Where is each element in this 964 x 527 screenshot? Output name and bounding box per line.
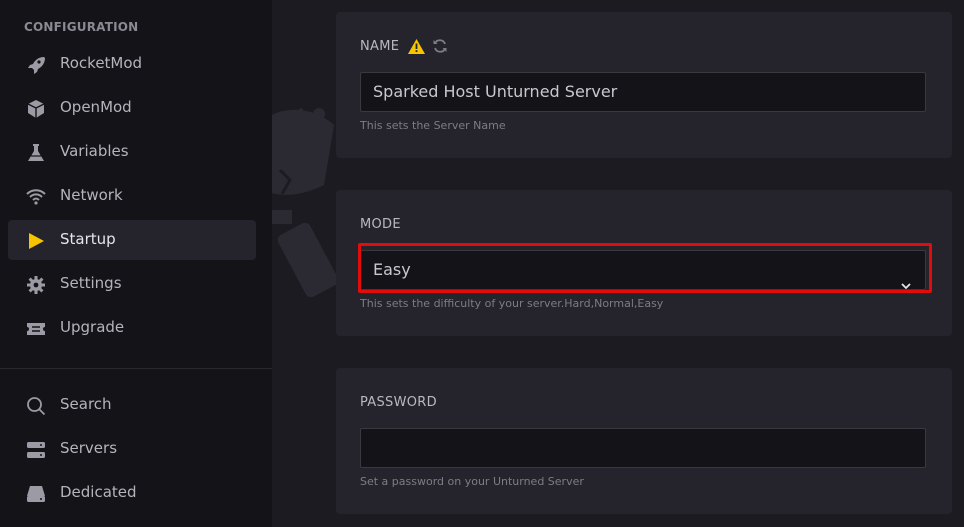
- play-icon: [25, 230, 47, 252]
- refresh-icon[interactable]: [432, 38, 448, 54]
- warning-icon: [408, 38, 426, 54]
- sidebar-item-label: Dedicated: [60, 483, 137, 501]
- sidebar-item-rocketmod[interactable]: RocketMod: [8, 44, 256, 84]
- sidebar-item-variables[interactable]: Variables: [8, 132, 256, 172]
- sidebar-item-label: Variables: [60, 142, 129, 160]
- server-name-input[interactable]: Sparked Host Unturned Server: [360, 72, 926, 112]
- mode-help-text: This sets the difficulty of your server.…: [360, 297, 664, 310]
- password-label: PASSWORD: [360, 395, 437, 410]
- configuration-heading: CONFIGURATION: [24, 20, 139, 34]
- password-input[interactable]: [360, 428, 926, 468]
- sidebar-item-label: Search: [60, 395, 112, 413]
- flask-icon: [25, 142, 47, 164]
- name-title: NAME: [360, 38, 448, 54]
- sidebar-item-startup[interactable]: Startup: [8, 220, 256, 260]
- sidebar-item-label: Network: [60, 186, 123, 204]
- rocket-icon: [25, 54, 47, 76]
- hard-drive-icon: [25, 483, 47, 505]
- name-card: NAME Sparked Host Unturned Server This s…: [336, 12, 952, 158]
- sidebar-item-dedicated[interactable]: Dedicated: [8, 473, 256, 513]
- sidebar-item-label: Startup: [60, 230, 116, 248]
- cube-icon: [25, 98, 47, 120]
- password-card: PASSWORD Set a password on your Unturned…: [336, 368, 952, 514]
- sidebar-item-label: RocketMod: [60, 54, 143, 72]
- mode-label: MODE: [360, 217, 401, 232]
- sidebar-item-network[interactable]: Network: [8, 176, 256, 216]
- wifi-icon: [25, 186, 47, 208]
- sidebar-item-search[interactable]: Search: [8, 385, 256, 425]
- server-icon: [25, 439, 47, 461]
- ticket-icon: [25, 318, 47, 340]
- sidebar-item-openmod[interactable]: OpenMod: [8, 88, 256, 128]
- search-icon: [25, 395, 47, 417]
- sidebar-item-label: Upgrade: [60, 318, 125, 336]
- sidebar: CONFIGURATION RocketMod OpenMod Variable…: [0, 0, 272, 527]
- name-label: NAME: [360, 38, 400, 54]
- password-help-text: Set a password on your Unturned Server: [360, 475, 584, 488]
- mode-highlight-box: [358, 243, 932, 293]
- sidebar-item-label: Servers: [60, 439, 118, 457]
- sidebar-item-label: OpenMod: [60, 98, 132, 116]
- sidebar-divider: [0, 368, 272, 369]
- sidebar-item-label: Settings: [60, 274, 122, 292]
- sidebar-item-settings[interactable]: Settings: [8, 264, 256, 304]
- name-help-text: This sets the Server Name: [360, 119, 506, 132]
- main-content: NAME Sparked Host Unturned Server This s…: [272, 0, 964, 527]
- sidebar-item-servers[interactable]: Servers: [8, 429, 256, 469]
- gear-icon: [25, 274, 47, 296]
- sidebar-item-upgrade[interactable]: Upgrade: [8, 308, 256, 348]
